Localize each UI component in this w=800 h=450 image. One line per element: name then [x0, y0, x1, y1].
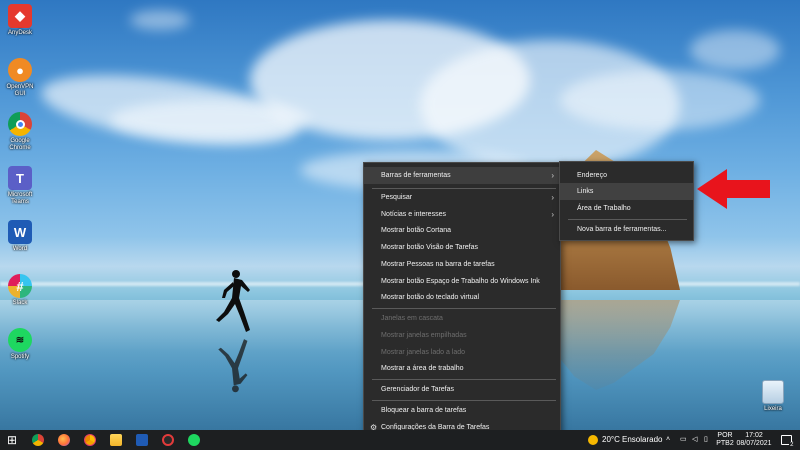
weather-temperature[interactable]: 20°C — [602, 436, 620, 444]
desktop-icon-label: Google Chrome — [9, 138, 31, 151]
taskbar-chrome[interactable] — [30, 432, 46, 448]
menu-item-show-touch-keyboard[interactable]: Mostrar botão do teclado virtual — [364, 289, 560, 306]
language-code: POR — [717, 432, 733, 439]
submenu-item-new-toolbar[interactable]: Nova barra de ferramentas... — [560, 221, 693, 238]
menu-separator — [372, 379, 556, 380]
clock-time: 17:02 — [745, 432, 763, 439]
submenu-item-links[interactable]: Links — [560, 183, 693, 200]
menu-separator — [372, 308, 556, 309]
desktop-icon-label: OpenVPN GUI — [6, 84, 34, 97]
menu-separator — [568, 219, 687, 220]
keyboard-layout: PTB2 — [716, 440, 734, 447]
menu-item-label: Notícias e interesses — [381, 211, 446, 218]
chevron-right-icon: › — [551, 171, 554, 180]
desktop-icon-recycle-bin[interactable]: Lixeira — [756, 380, 790, 412]
network-icon[interactable]: ▭ — [680, 436, 687, 444]
app-icon — [162, 434, 174, 446]
clock-date: 08/07/2021 — [736, 440, 772, 447]
sun-icon — [588, 435, 598, 445]
menu-item-show-people[interactable]: Mostrar Pessoas na barra de tarefas — [364, 256, 560, 273]
windows-icon: ⊞ — [6, 433, 18, 447]
recycle-bin-icon — [762, 380, 784, 404]
runner-reflection — [218, 339, 248, 393]
word-icon: W — [8, 220, 32, 244]
desktop-icon-word[interactable]: W Word — [2, 220, 38, 253]
openvpn-icon: ● — [8, 58, 32, 82]
weather-widget[interactable] — [585, 432, 601, 448]
weather-condition[interactable]: Ensolarado — [622, 436, 662, 444]
notification-icon: 2 — [780, 435, 795, 448]
start-button[interactable]: ⊞ — [4, 432, 20, 448]
notification-count: 2 — [789, 442, 795, 448]
menu-item-task-manager[interactable]: Gerenciador de Tarefas — [364, 381, 560, 398]
recycle-bin-label: Lixeira — [764, 406, 782, 412]
notification-center-button[interactable]: 2 — [778, 432, 795, 448]
taskbar-firefox[interactable] — [56, 432, 72, 448]
chrome-canary-icon — [84, 434, 96, 446]
file-explorer-icon — [110, 434, 122, 446]
taskbar-chrome-canary[interactable] — [82, 432, 98, 448]
chevron-right-icon: › — [551, 210, 554, 219]
taskbar-context-menu: Barras de ferramentas › Pesquisar › Notí… — [363, 162, 561, 438]
menu-item-show-windows-ink[interactable]: Mostrar botão Espaço de Trabalho do Wind… — [364, 273, 560, 290]
desktop-icon-label: Microsoft Teams — [7, 192, 33, 205]
word-icon — [136, 434, 148, 446]
taskbar-file-explorer[interactable] — [108, 432, 124, 448]
chevron-up-icon[interactable]: ˄ — [666, 436, 670, 444]
slack-icon: # — [8, 274, 32, 298]
language-indicator[interactable]: POR PTB2 — [716, 432, 734, 448]
chrome-icon — [8, 112, 32, 136]
volume-icon[interactable]: ◁ — [692, 436, 697, 444]
spotify-icon — [188, 434, 200, 446]
spotify-icon: ≋ — [8, 328, 32, 352]
chrome-icon — [32, 434, 44, 446]
menu-item-side-by-side: Mostrar janelas lado a lado — [381, 349, 466, 356]
menu-item-show-cortana[interactable]: Mostrar botão Cortana — [364, 222, 560, 239]
taskbar: ⊞ 20°C Ensolarado ˄ ▭ ◁ ▯ POR PTB2 17:02… — [0, 430, 800, 450]
desktop-icon-chrome[interactable]: Google Chrome — [2, 112, 38, 152]
taskbar-word[interactable] — [134, 432, 150, 448]
menu-item-show-desktop[interactable]: Mostrar a área de trabalho — [364, 360, 560, 377]
menu-item-toolbars[interactable]: Barras de ferramentas › — [364, 167, 560, 184]
taskbar-spotify[interactable] — [186, 432, 202, 448]
desktop-icon-teams[interactable]: T Microsoft Teams — [2, 166, 38, 206]
menu-item-lock-taskbar[interactable]: Bloquear a barra de tarefas — [364, 402, 560, 419]
taskbar-app[interactable] — [160, 432, 176, 448]
anydesk-icon: ◆ — [8, 4, 32, 28]
firefox-icon — [58, 434, 70, 446]
menu-item-cascade-windows: Janelas em cascata — [381, 315, 443, 322]
teams-icon: T — [8, 166, 32, 190]
desktop-icon-anydesk[interactable]: ◆ AnyDesk — [2, 4, 38, 37]
submenu-item-address[interactable]: Endereço — [560, 167, 693, 184]
runner-silhouette — [216, 270, 250, 332]
menu-item-stacked-windows: Mostrar janelas empilhadas — [381, 332, 467, 339]
menu-item-label: Barras de ferramentas — [381, 172, 451, 179]
submenu-item-desktop[interactable]: Área de Trabalho — [560, 200, 693, 217]
desktop-icon-label: AnyDesk — [7, 30, 32, 36]
menu-separator — [372, 400, 556, 401]
red-arrow-icon — [697, 169, 770, 209]
menu-item-show-task-view[interactable]: Mostrar botão Visão de Tarefas — [364, 239, 560, 256]
battery-icon[interactable]: ▯ — [704, 436, 708, 444]
desktop-icon-label: Slack — [12, 300, 28, 306]
desktop-icon-slack[interactable]: # Slack — [2, 274, 38, 307]
toolbars-submenu: Endereço Links Área de Trabalho Nova bar… — [559, 161, 694, 241]
desktop-icon-openvpn[interactable]: ● OpenVPN GUI — [2, 58, 38, 98]
menu-item-label: Pesquisar — [381, 194, 413, 201]
chevron-right-icon: › — [551, 193, 554, 202]
desktop-icon-label: Word — [12, 246, 28, 252]
desktop-icon-label: Spotify — [10, 354, 30, 360]
clock[interactable]: 17:02 08/07/2021 — [735, 432, 773, 448]
desktop-icon-spotify[interactable]: ≋ Spotify — [2, 328, 38, 361]
menu-item-news-interests[interactable]: Notícias e interesses › — [364, 206, 560, 223]
menu-item-search[interactable]: Pesquisar › — [364, 189, 560, 206]
